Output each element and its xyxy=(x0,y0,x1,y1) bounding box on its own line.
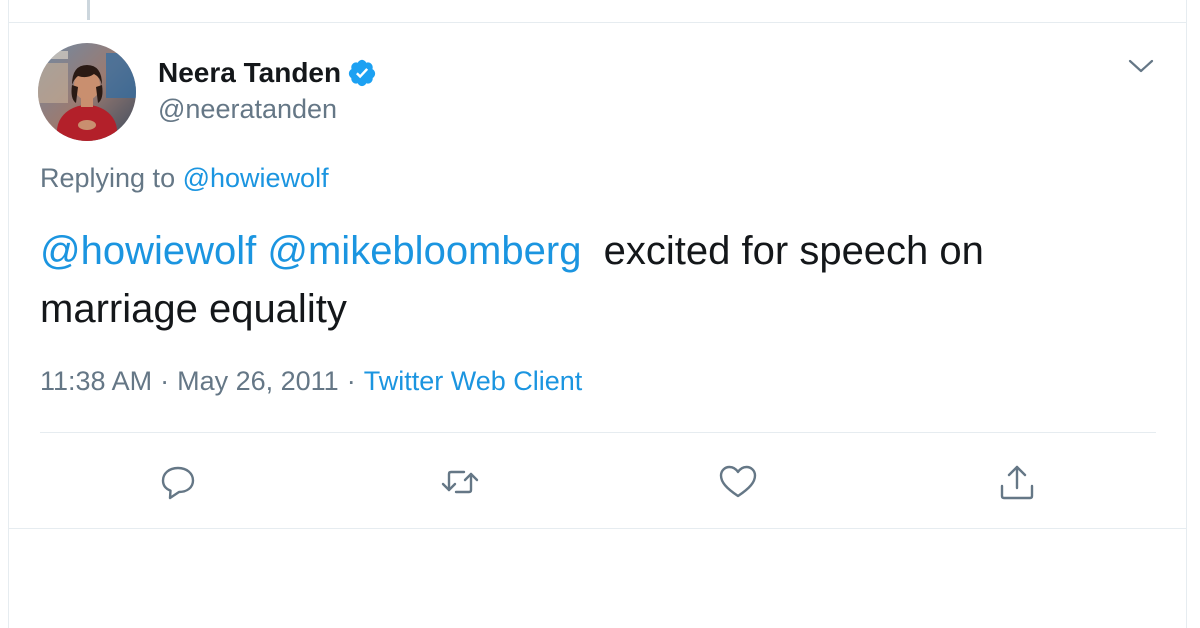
meta-separator: · xyxy=(160,366,170,396)
replying-to-line: Replying to @howiewolf xyxy=(40,163,329,194)
tweet-bottom-divider xyxy=(8,528,1187,529)
tweet-date[interactable]: May 26, 2011 xyxy=(177,366,339,396)
timeline-left-border xyxy=(8,0,9,628)
avatar[interactable] xyxy=(38,43,136,141)
like-button[interactable] xyxy=(718,462,758,502)
reply-icon xyxy=(161,466,195,500)
meta-separator: · xyxy=(346,366,356,396)
tweet-time[interactable]: 11:38 AM xyxy=(40,366,152,396)
verified-badge-icon xyxy=(347,58,377,88)
tweet-text: @howiewolf @mikebloomberg excited for sp… xyxy=(40,222,1150,338)
thread-connector-line xyxy=(87,0,90,20)
replying-to-label: Replying to xyxy=(40,163,176,193)
replying-to-mention-link[interactable]: @howiewolf xyxy=(183,163,329,193)
reply-button[interactable] xyxy=(158,462,198,502)
tweet-metadata: 11:38 AM · May 26, 2011 · Twitter Web Client xyxy=(40,366,582,397)
timeline-right-border xyxy=(1186,0,1187,628)
tweet-mention-mikebloomberg[interactable]: @mikebloomberg xyxy=(267,229,581,273)
author-handle[interactable]: @neeratanden xyxy=(158,94,337,125)
tweet-source-link[interactable]: Twitter Web Client xyxy=(364,366,583,396)
author-display-name[interactable]: Neera Tanden xyxy=(158,57,341,89)
top-divider xyxy=(8,22,1187,23)
tweet-card: Neera Tanden @neeratanden Replying to @h… xyxy=(0,0,1200,628)
share-button[interactable] xyxy=(997,462,1037,502)
action-bar-divider xyxy=(40,432,1156,433)
more-options-chevron-down-icon[interactable] xyxy=(1128,56,1154,76)
retweet-button[interactable] xyxy=(440,462,480,502)
author-name-row[interactable]: Neera Tanden xyxy=(158,56,377,90)
avatar-image xyxy=(38,43,136,141)
share-icon xyxy=(1000,465,1034,500)
tweet-mention-howiewolf[interactable]: @howiewolf xyxy=(40,229,256,273)
like-icon xyxy=(719,465,757,498)
retweet-icon xyxy=(441,470,479,494)
